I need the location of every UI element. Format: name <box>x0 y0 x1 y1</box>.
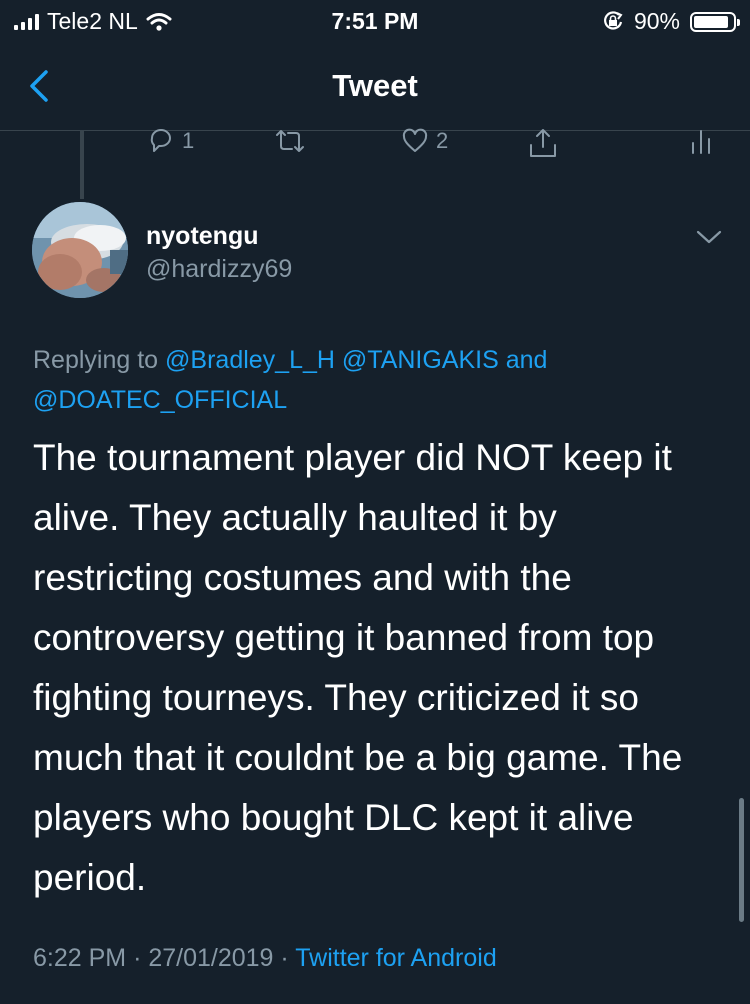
replying-to: Replying to @Bradley_L_H @TANIGAKIS and … <box>33 340 723 420</box>
share-button[interactable] <box>526 126 560 160</box>
user-handle[interactable]: @hardizzy69 <box>146 255 292 284</box>
mention-link[interactable]: @Bradley_L_H <box>165 346 335 374</box>
retweet-icon <box>276 130 304 152</box>
separator: · <box>280 944 289 972</box>
and-link[interactable]: and <box>506 346 548 374</box>
battery-percent: 90% <box>633 8 680 34</box>
retweet-button[interactable] <box>272 126 308 156</box>
share-icon <box>530 129 556 157</box>
tweet-source-link[interactable]: Twitter for Android <box>295 944 496 972</box>
like-button[interactable]: 2 <box>400 126 448 156</box>
tweet-time: 6:22 PM <box>33 944 127 972</box>
reply-count: 1 <box>182 128 195 153</box>
separator: · <box>133 944 142 972</box>
mention-link[interactable]: @TANIGAKIS <box>342 346 499 374</box>
tweet-date: 27/01/2019 <box>148 944 274 972</box>
tweet-meta: 6:22 PM · 27/01/2019 · Twitter for Andro… <box>33 944 497 973</box>
page-title: Tweet <box>332 68 418 103</box>
nav-bar: Tweet <box>0 44 750 131</box>
thread-line <box>80 131 84 199</box>
avatar-image <box>32 202 128 298</box>
chevron-down-icon[interactable] <box>694 226 724 248</box>
tweet-text: The tournament player did NOT keep it al… <box>33 437 683 898</box>
display-name[interactable]: nyotengu <box>146 222 259 251</box>
analytics-button[interactable] <box>688 126 714 156</box>
status-bar: Tele2 NL 7:51 PM 90% <box>0 0 750 40</box>
reply-button[interactable]: 1 <box>146 126 194 156</box>
avatar[interactable] <box>32 202 128 298</box>
like-count: 2 <box>436 128 449 153</box>
heart-icon <box>402 128 428 152</box>
battery-icon <box>690 11 740 32</box>
analytics-icon <box>692 130 710 154</box>
reply-icon <box>150 129 171 152</box>
replying-prefix: Replying to <box>33 346 159 374</box>
orientation-lock-icon <box>604 10 623 30</box>
mention-link[interactable]: @DOATEC_OFFICIAL <box>33 386 287 414</box>
scrollbar[interactable] <box>739 798 744 922</box>
status-right: 90% <box>602 8 740 35</box>
previous-tweet-actions: 1 2 <box>0 126 750 166</box>
